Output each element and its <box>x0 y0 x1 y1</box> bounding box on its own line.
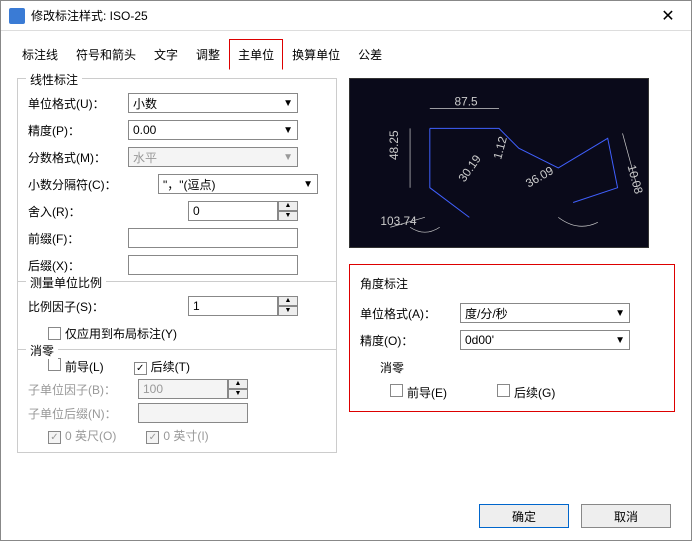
leading-label: 前导(L) <box>65 360 104 374</box>
tab-dimlines[interactable]: 标注线 <box>13 39 67 70</box>
spin-up-icon[interactable]: ▲ <box>278 201 298 211</box>
chevron-down-icon: ▼ <box>283 98 293 109</box>
layout-only-label: 仅应用到布局标注(Y) <box>65 325 177 342</box>
tab-primary-units[interactable]: 主单位 <box>229 39 283 70</box>
angle-group: 角度标注 单位格式(A)： 度/分/秒▼ 精度(O)： 0d00'▼ 消零 前导… <box>349 264 675 412</box>
roundoff-label: 舍入(R)： <box>28 203 128 220</box>
tab-symbols[interactable]: 符号和箭头 <box>67 39 145 70</box>
angle-unit-label: 单位格式(A)： <box>360 305 460 322</box>
scale-factor-input[interactable]: 1 <box>188 296 278 316</box>
angle-zero-title: 消零 <box>380 359 664 376</box>
chevron-down-icon: ▼ <box>615 308 625 319</box>
inch-label: 0 英寸(I) <box>163 429 208 443</box>
svg-text:30.19: 30.19 <box>455 152 484 185</box>
left-column: 线性标注 单位格式(U)： 小数▼ 精度(P)： 0.00▼ 分数格式(M)： … <box>17 78 337 484</box>
app-icon <box>9 8 25 24</box>
precision-label: 精度(P)： <box>28 122 128 139</box>
tab-bar: 标注线 符号和箭头 文字 调整 主单位 换算单位 公差 <box>1 31 691 70</box>
prefix-label: 前缀(F)： <box>28 230 128 247</box>
angle-leading-checkbox[interactable] <box>390 384 403 397</box>
linear-group: 线性标注 单位格式(U)： 小数▼ 精度(P)： 0.00▼ 分数格式(M)： … <box>17 78 337 453</box>
feet-label: 0 英尺(O) <box>65 429 116 443</box>
angle-trailing-checkbox[interactable] <box>497 384 510 397</box>
sub-factor-input: 100 <box>138 379 228 399</box>
leading-checkbox[interactable] <box>48 358 61 371</box>
inch-checkbox <box>146 431 159 444</box>
chevron-down-icon: ▼ <box>283 125 293 136</box>
roundoff-spinner[interactable]: 0 ▲▼ <box>188 201 298 221</box>
fraction-select: 水平▼ <box>128 147 298 167</box>
decimal-sep-select[interactable]: "，"(逗点)▼ <box>158 174 318 194</box>
footer: 确定 取消 <box>1 492 691 540</box>
angle-precision-label: 精度(O)： <box>360 332 460 349</box>
angle-title: 角度标注 <box>360 275 664 292</box>
sub-factor-spinner: 100 ▲▼ <box>138 379 248 399</box>
svg-text:36.09: 36.09 <box>523 163 556 190</box>
suffix-label: 后缀(X)： <box>28 257 128 274</box>
svg-text:10.08: 10.08 <box>625 163 646 196</box>
feet-checkbox <box>48 431 61 444</box>
prefix-input[interactable] <box>128 228 298 248</box>
close-icon[interactable]: ✕ <box>653 6 683 26</box>
spin-up-icon[interactable]: ▲ <box>278 296 298 306</box>
dialog-window: 修改标注样式: ISO-25 ✕ 标注线 符号和箭头 文字 调整 主单位 换算单… <box>0 0 692 541</box>
trailing-label: 后续(T) <box>151 360 190 374</box>
fraction-label: 分数格式(M)： <box>28 149 128 166</box>
precision-select[interactable]: 0.00▼ <box>128 120 298 140</box>
unit-format-select[interactable]: 小数▼ <box>128 93 298 113</box>
trailing-checkbox[interactable] <box>134 362 147 375</box>
right-column: 87.5 48.25 30.19 1.12 36.09 10.08 103.74… <box>349 78 675 484</box>
sub-suffix-label: 子单位后缀(N)： <box>28 405 138 422</box>
window-title: 修改标注样式: ISO-25 <box>31 7 653 24</box>
titlebar: 修改标注样式: ISO-25 ✕ <box>1 1 691 31</box>
suffix-input[interactable] <box>128 255 298 275</box>
layout-only-checkbox[interactable] <box>48 327 61 340</box>
svg-text:87.5: 87.5 <box>455 95 478 109</box>
svg-text:48.25: 48.25 <box>387 130 401 160</box>
spin-down-icon: ▼ <box>228 389 248 399</box>
spin-up-icon: ▲ <box>228 379 248 389</box>
scale-title: 测量单位比例 <box>26 274 106 291</box>
chevron-down-icon: ▼ <box>283 152 293 163</box>
sub-suffix-input <box>138 403 248 423</box>
svg-text:1.12: 1.12 <box>490 135 509 161</box>
scale-factor-spinner[interactable]: 1 ▲▼ <box>188 296 298 316</box>
angle-leading-label: 前导(E) <box>407 386 447 400</box>
zero-title: 消零 <box>26 342 58 359</box>
ok-button[interactable]: 确定 <box>479 504 569 528</box>
zero-group: 消零 前导(L) 后续(T) 子单位因子(B)： 100 ▲▼ 子单位后缀(N)… <box>18 349 336 452</box>
chevron-down-icon: ▼ <box>303 179 313 190</box>
spin-down-icon[interactable]: ▼ <box>278 306 298 316</box>
content-area: 线性标注 单位格式(U)： 小数▼ 精度(P)： 0.00▼ 分数格式(M)： … <box>1 70 691 492</box>
dimension-preview: 87.5 48.25 30.19 1.12 36.09 10.08 103.74 <box>349 78 649 248</box>
angle-trailing-label: 后续(G) <box>514 386 555 400</box>
roundoff-input[interactable]: 0 <box>188 201 278 221</box>
decimal-sep-label: 小数分隔符(C)： <box>28 176 128 193</box>
tab-tolerance[interactable]: 公差 <box>349 39 391 70</box>
cancel-button[interactable]: 取消 <box>581 504 671 528</box>
angle-unit-select[interactable]: 度/分/秒▼ <box>460 303 630 323</box>
tab-text[interactable]: 文字 <box>145 39 187 70</box>
scale-group: 测量单位比例 比例因子(S)： 1 ▲▼ 仅应用到布局标注(Y) <box>18 281 336 344</box>
scale-factor-label: 比例因子(S)： <box>28 298 138 315</box>
linear-title: 线性标注 <box>26 71 82 88</box>
tab-alt-units[interactable]: 换算单位 <box>283 39 349 70</box>
sub-factor-label: 子单位因子(B)： <box>28 381 138 398</box>
spin-down-icon[interactable]: ▼ <box>278 211 298 221</box>
unit-format-label: 单位格式(U)： <box>28 95 128 112</box>
angle-precision-select[interactable]: 0d00'▼ <box>460 330 630 350</box>
tab-adjust[interactable]: 调整 <box>187 39 229 70</box>
svg-text:103.74: 103.74 <box>380 214 417 228</box>
chevron-down-icon: ▼ <box>615 335 625 346</box>
